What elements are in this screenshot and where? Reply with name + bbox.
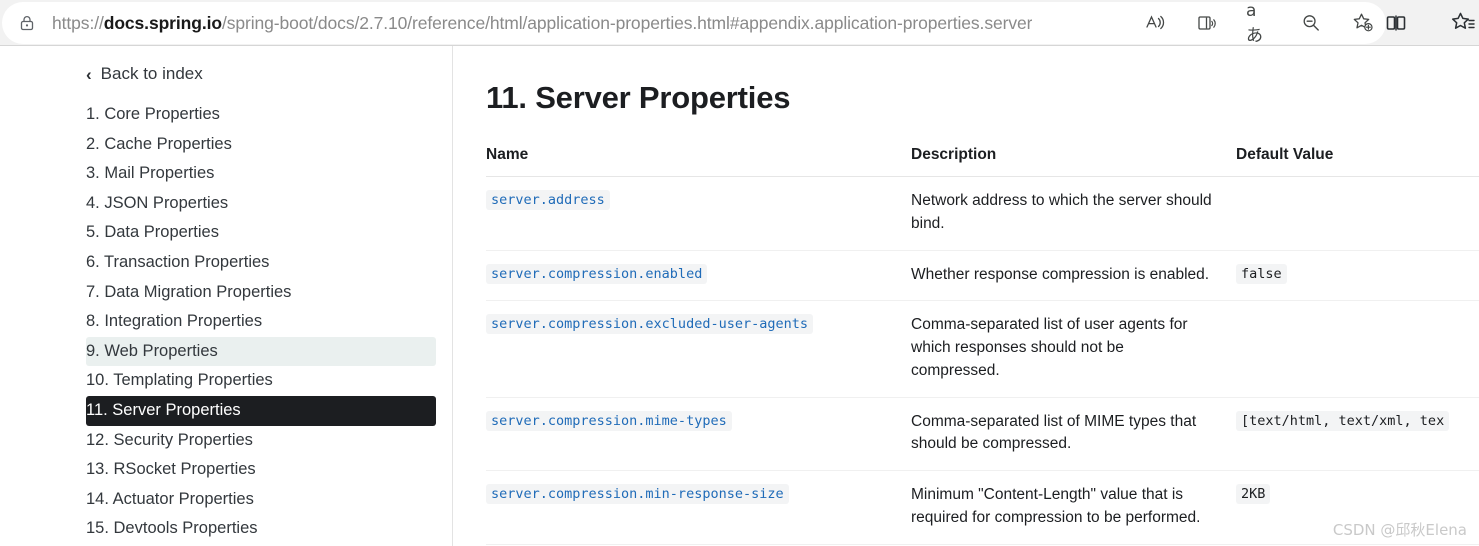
sidebar-item-core-properties[interactable]: 1. Core Properties <box>0 100 452 130</box>
property-description-cell: Comma-separated list of MIME types that … <box>911 397 1236 472</box>
table-row: server.compression.excluded-user-agents … <box>486 300 1479 398</box>
table-header-row: Name Description Default Value <box>486 146 1479 177</box>
sidebar-item-transaction-properties[interactable]: 6. Transaction Properties <box>0 248 452 278</box>
property-link[interactable]: server.compression.excluded-user-agents <box>486 314 813 335</box>
sidebar-item-mail-properties[interactable]: 3. Mail Properties <box>0 159 452 189</box>
url-path: /spring-boot/docs/2.7.10/reference/html/… <box>221 12 1033 33</box>
table-row: server.compression.mime-types Comma-sepa… <box>486 397 1479 472</box>
sidebar-item-data-properties[interactable]: 5. Data Properties <box>0 218 452 248</box>
sidebar-item-data-migration-properties[interactable]: 7. Data Migration Properties <box>0 278 452 308</box>
property-default-cell: 2KB <box>1236 470 1479 545</box>
default-value: 2KB <box>1236 484 1271 505</box>
property-name-cell: server.compression.mime-types <box>486 397 911 472</box>
page-body: ‹ Back to index 1. Core Properties 2. Ca… <box>0 46 1479 546</box>
sidebar-item-server-properties[interactable]: 11. Server Properties <box>86 395 436 426</box>
default-value: false <box>1236 263 1287 284</box>
favorites-icon[interactable] <box>1449 10 1475 36</box>
split-screen-icon[interactable] <box>1383 10 1409 36</box>
server-properties-table: Name Description Default Value server.ad… <box>486 146 1479 546</box>
column-header-description: Description <box>911 146 1236 177</box>
property-link[interactable]: server.compression.enabled <box>486 263 708 284</box>
browser-outer-actions <box>1383 2 1475 44</box>
address-bar[interactable]: https://docs.spring.io/spring-boot/docs/… <box>2 1 1386 46</box>
url-text[interactable]: https://docs.spring.io/spring-boot/docs/… <box>52 13 1032 34</box>
table-row: server.address Network address to which … <box>486 176 1479 251</box>
property-default-cell: [text/html, text/xml, tex <box>1236 397 1479 472</box>
zoom-out-icon[interactable] <box>1298 10 1324 36</box>
omnibox-actions: aあ <box>1142 1 1376 46</box>
read-aloud-icon[interactable] <box>1142 10 1168 36</box>
property-name-cell: server.compression.enabled <box>486 250 911 302</box>
url-host: docs.spring.io <box>103 12 222 33</box>
property-description-cell: Network address to which the server shou… <box>911 176 1236 251</box>
browser-toolbar: https://docs.spring.io/spring-boot/docs/… <box>0 0 1479 46</box>
table-row: server.compression.min-response-size Min… <box>486 470 1479 545</box>
property-link[interactable]: server.address <box>486 190 610 210</box>
add-favorite-icon[interactable] <box>1350 10 1376 36</box>
default-value: [text/html, text/xml, tex <box>1236 410 1450 431</box>
sidebar: ‹ Back to index 1. Core Properties 2. Ca… <box>0 46 452 546</box>
immersive-reader-icon[interactable] <box>1194 10 1220 36</box>
sidebar-nav-list: 1. Core Properties 2. Cache Properties 3… <box>0 100 452 544</box>
property-link[interactable]: server.compression.mime-types <box>486 410 732 431</box>
property-name-cell: server.address <box>486 176 911 251</box>
sidebar-item-security-properties[interactable]: 12. Security Properties <box>0 426 452 456</box>
property-default-cell: false <box>1236 250 1479 302</box>
sidebar-item-cache-properties[interactable]: 2. Cache Properties <box>0 130 452 160</box>
page-title: 11. Server Properties <box>486 80 791 115</box>
table-row: server.compression.enabled Whether respo… <box>486 250 1479 302</box>
property-description-cell: Comma-separated list of user agents for … <box>911 300 1236 398</box>
back-to-index-link[interactable]: ‹ Back to index <box>86 61 452 87</box>
sidebar-item-json-properties[interactable]: 4. JSON Properties <box>0 189 452 219</box>
sidebar-item-templating-properties[interactable]: 10. Templating Properties <box>0 366 452 396</box>
property-description-cell: Minimum "Content-Length" value that is r… <box>911 470 1236 545</box>
sidebar-item-web-properties[interactable]: 9. Web Properties <box>86 336 436 367</box>
sidebar-item-rsocket-properties[interactable]: 13. RSocket Properties <box>0 455 452 485</box>
property-link[interactable]: server.compression.min-response-size <box>486 484 789 505</box>
property-name-cell: server.compression.excluded-user-agents <box>486 300 911 398</box>
url-prefix: https:// <box>52 12 104 33</box>
sidebar-item-devtools-properties[interactable]: 15. Devtools Properties <box>0 514 452 544</box>
column-header-name: Name <box>486 146 911 177</box>
chevron-left-icon: ‹ <box>86 64 92 84</box>
sidebar-item-integration-properties[interactable]: 8. Integration Properties <box>0 307 452 337</box>
main-content: 11. Server Properties Name Description D… <box>453 46 1479 546</box>
property-description-cell: Whether response compression is enabled. <box>911 250 1236 302</box>
column-header-default-value: Default Value <box>1236 146 1479 177</box>
property-default-cell <box>1236 176 1479 251</box>
sidebar-item-actuator-properties[interactable]: 14. Actuator Properties <box>0 485 452 515</box>
lock-icon[interactable] <box>16 12 38 34</box>
property-name-cell: server.compression.min-response-size <box>486 470 911 545</box>
translate-icon[interactable]: aあ <box>1246 1 1272 46</box>
property-default-cell <box>1236 300 1479 398</box>
back-to-index-label: Back to index <box>100 64 203 83</box>
